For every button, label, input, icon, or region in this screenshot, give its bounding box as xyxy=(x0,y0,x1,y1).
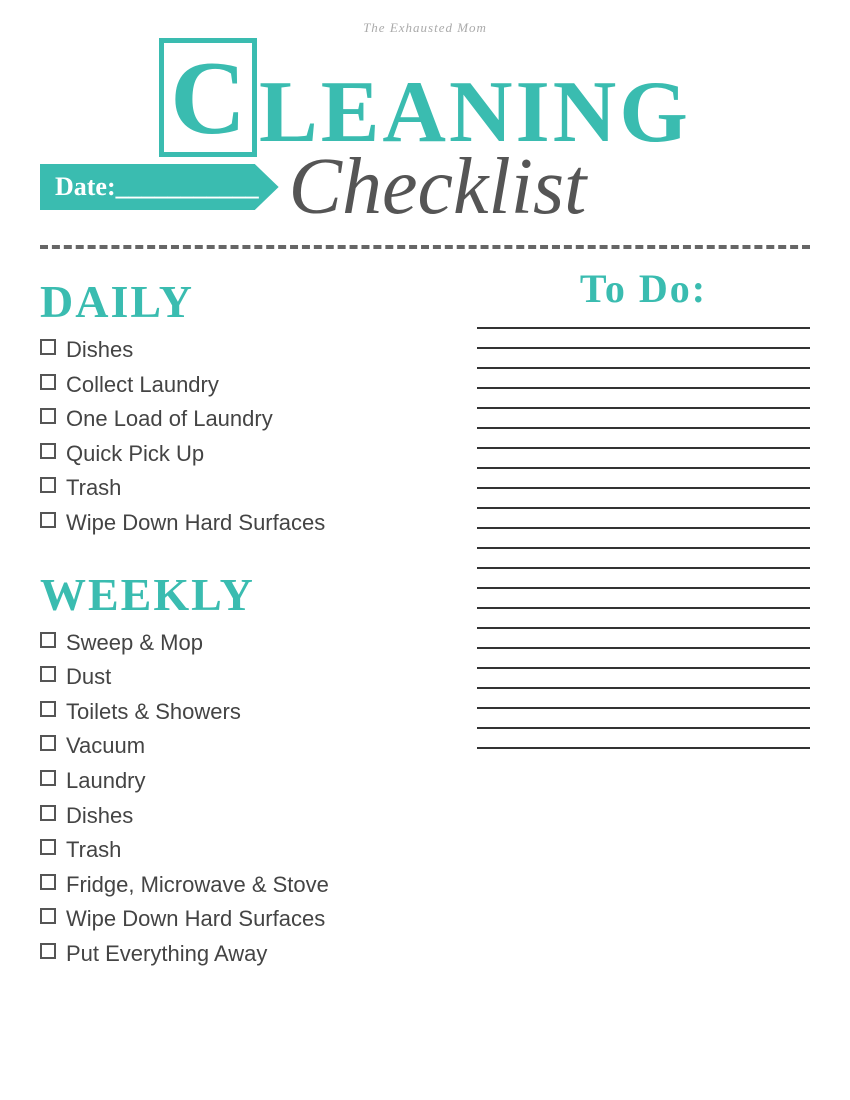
checkbox[interactable] xyxy=(40,632,56,648)
todo-line[interactable] xyxy=(477,647,810,649)
todo-line[interactable] xyxy=(477,667,810,669)
content-area: Daily Dishes Collect Laundry One Load of L… xyxy=(40,265,810,975)
item-label: Dust xyxy=(66,663,111,692)
second-line: Date:___________ Checklist xyxy=(40,147,810,227)
checkbox[interactable] xyxy=(40,666,56,682)
checkbox[interactable] xyxy=(40,512,56,528)
todo-line[interactable] xyxy=(477,387,810,389)
todo-line[interactable] xyxy=(477,687,810,689)
weekly-header: Weekly xyxy=(40,568,447,621)
todo-header: To Do: xyxy=(477,265,810,312)
todo-line[interactable] xyxy=(477,427,810,429)
todo-line[interactable] xyxy=(477,607,810,609)
item-label: Vacuum xyxy=(66,732,145,761)
checkbox[interactable] xyxy=(40,339,56,355)
todo-line[interactable] xyxy=(477,347,810,349)
item-label: Laundry xyxy=(66,767,146,796)
item-label: Sweep & Mop xyxy=(66,629,203,658)
checkbox[interactable] xyxy=(40,805,56,821)
weekly-item[interactable]: Laundry xyxy=(40,767,447,796)
item-label: One Load of Laundry xyxy=(66,405,273,434)
checkbox[interactable] xyxy=(40,735,56,751)
item-label: Wipe Down Hard Surfaces xyxy=(66,905,325,934)
weekly-item[interactable]: Vacuum xyxy=(40,732,447,761)
date-banner[interactable]: Date:___________ xyxy=(40,164,279,210)
weekly-item[interactable]: Sweep & Mop xyxy=(40,629,447,658)
todo-line[interactable] xyxy=(477,407,810,409)
header-block: The Exhausted Mom C LEANING Date:_______… xyxy=(40,20,810,227)
title-line1: C LEANING xyxy=(159,38,691,157)
checkbox[interactable] xyxy=(40,943,56,959)
weekly-item[interactable]: Toilets & Showers xyxy=(40,698,447,727)
daily-item[interactable]: Collect Laundry xyxy=(40,371,447,400)
weekly-item[interactable]: Fridge, Microwave & Stove xyxy=(40,871,447,900)
daily-item[interactable]: Wipe Down Hard Surfaces xyxy=(40,509,447,538)
checkbox[interactable] xyxy=(40,477,56,493)
todo-line[interactable] xyxy=(477,587,810,589)
todo-line[interactable] xyxy=(477,747,810,749)
todo-line[interactable] xyxy=(477,327,810,329)
todo-line[interactable] xyxy=(477,467,810,469)
checkbox[interactable] xyxy=(40,770,56,786)
item-label: Dishes xyxy=(66,802,133,831)
todo-line[interactable] xyxy=(477,707,810,709)
checkbox[interactable] xyxy=(40,839,56,855)
item-label: Trash xyxy=(66,474,121,503)
daily-item[interactable]: Dishes xyxy=(40,336,447,365)
item-label: Trash xyxy=(66,836,121,865)
daily-item[interactable]: Trash xyxy=(40,474,447,503)
checkbox[interactable] xyxy=(40,408,56,424)
checkbox[interactable] xyxy=(40,701,56,717)
left-column: Daily Dishes Collect Laundry One Load of L… xyxy=(40,265,447,975)
weekly-item[interactable]: Wipe Down Hard Surfaces xyxy=(40,905,447,934)
weekly-item[interactable]: Trash xyxy=(40,836,447,865)
todo-line[interactable] xyxy=(477,547,810,549)
weekly-item[interactable]: Put Everything Away xyxy=(40,940,447,969)
todo-line[interactable] xyxy=(477,507,810,509)
item-label: Collect Laundry xyxy=(66,371,219,400)
checklist-word: Checklist xyxy=(289,147,587,227)
todo-line[interactable] xyxy=(477,487,810,489)
right-column: To Do: xyxy=(477,265,810,975)
page: The Exhausted Mom C LEANING Date:_______… xyxy=(0,0,850,1100)
checkbox[interactable] xyxy=(40,874,56,890)
big-letter: C xyxy=(159,38,257,157)
item-label: Toilets & Showers xyxy=(66,698,241,727)
checkbox[interactable] xyxy=(40,374,56,390)
item-label: Fridge, Microwave & Stove xyxy=(66,871,329,900)
weekly-list: Sweep & Mop Dust Toilets & Showers Vacuum La… xyxy=(40,629,447,969)
todo-line[interactable] xyxy=(477,527,810,529)
todo-line[interactable] xyxy=(477,727,810,729)
todo-line[interactable] xyxy=(477,367,810,369)
section-divider xyxy=(40,245,810,249)
item-label: Wipe Down Hard Surfaces xyxy=(66,509,325,538)
item-label: Dishes xyxy=(66,336,133,365)
item-label: Quick Pick Up xyxy=(66,440,204,469)
weekly-item[interactable]: Dishes xyxy=(40,802,447,831)
daily-list: Dishes Collect Laundry One Load of Laundry… xyxy=(40,336,447,538)
item-label: Put Everything Away xyxy=(66,940,267,969)
daily-item[interactable]: Quick Pick Up xyxy=(40,440,447,469)
todo-line[interactable] xyxy=(477,627,810,629)
todo-line[interactable] xyxy=(477,447,810,449)
checkbox[interactable] xyxy=(40,443,56,459)
todo-lines-container xyxy=(477,322,810,749)
daily-header: Daily xyxy=(40,275,447,328)
weekly-item[interactable]: Dust xyxy=(40,663,447,692)
daily-item[interactable]: One Load of Laundry xyxy=(40,405,447,434)
site-name: The Exhausted Mom xyxy=(363,20,487,36)
checkbox[interactable] xyxy=(40,908,56,924)
todo-line[interactable] xyxy=(477,567,810,569)
